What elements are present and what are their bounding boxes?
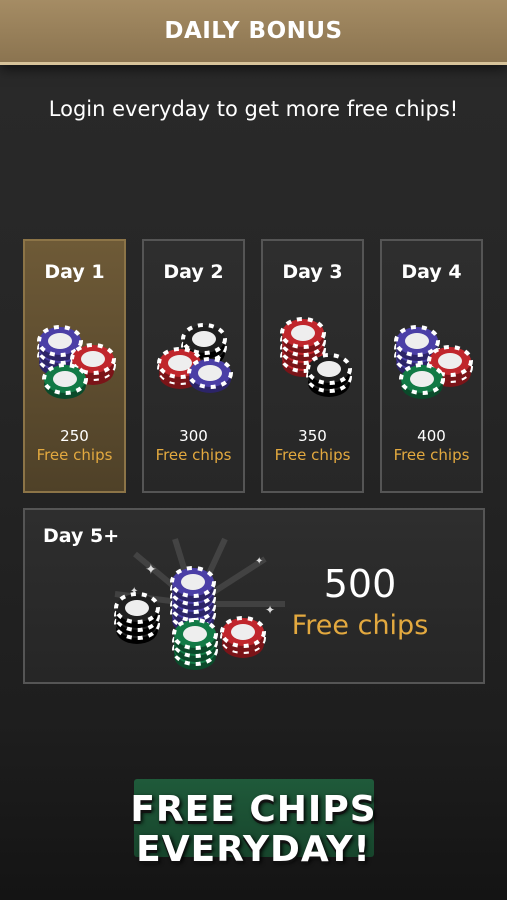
promo-line-2: EVERYDAY! — [136, 829, 371, 870]
day-label: Day 3 — [282, 261, 343, 283]
day-card-3[interactable]: Day 3 350 Free chips — [261, 239, 364, 493]
day-label: Day 2 — [163, 261, 224, 283]
chip-pile-icon: ✦ ✦ ✦ ✦ — [114, 537, 285, 672]
chip-stack-icon — [394, 325, 473, 399]
free-chips-label: Free chips — [393, 446, 470, 464]
free-chips-label: Free chips — [291, 610, 429, 641]
day-card-1[interactable]: Day 1 250 Free chips — [23, 239, 126, 493]
day-card-5-plus[interactable]: Day 5+ ✦ ✦ ✦ ✦ 500 Free chips — [23, 508, 485, 684]
subtitle-text: Login everyday to get more free chips! — [48, 97, 459, 121]
day-card-4[interactable]: Day 4 400 Free chips — [380, 239, 483, 493]
free-chips-label: Free chips — [274, 446, 351, 464]
free-chips-label: Free chips — [155, 446, 232, 464]
chip-amount: 350 — [298, 427, 327, 445]
promo-banner: FREE CHIPS EVERYDAY! — [0, 790, 507, 870]
chip-amount: 400 — [417, 427, 446, 445]
chip-amount: 300 — [179, 427, 208, 445]
chip-amount: 500 — [323, 562, 397, 606]
promo-line-1: FREE CHIPS — [130, 789, 377, 830]
svg-text:✦: ✦ — [145, 562, 157, 578]
chip-amount: 250 — [60, 427, 89, 445]
day-label: Day 4 — [401, 261, 462, 283]
svg-text:✦: ✦ — [255, 556, 263, 567]
day-card-2[interactable]: Day 2 300 Free chips — [142, 239, 245, 493]
free-chips-label: Free chips — [36, 446, 113, 464]
page-title: DAILY BONUS — [164, 18, 343, 44]
day-label: Day 1 — [44, 261, 105, 283]
chip-stack-icon — [280, 317, 352, 399]
chip-stack-icon — [157, 323, 233, 395]
chip-stack-icon — [37, 325, 116, 399]
header-bar: DAILY BONUS — [0, 0, 507, 65]
